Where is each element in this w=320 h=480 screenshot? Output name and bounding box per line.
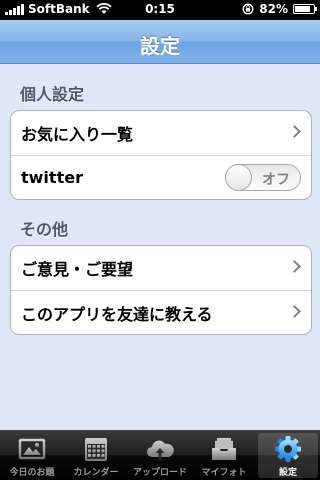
favorites-list-row[interactable]: お気に入り一覧	[11, 111, 311, 155]
tab-bar: 今日のお題 カレンダー アップロード マイフォト 設定	[0, 430, 320, 480]
tray-icon	[212, 438, 236, 460]
tab-upload[interactable]: アップロード	[128, 430, 192, 480]
status-bar: SoftBank 0:15 82%	[0, 0, 320, 20]
battery-percent: 82%	[259, 2, 288, 16]
row-label: ご意見・ご要望	[21, 260, 134, 279]
twitter-row: twitter オフ	[11, 155, 311, 199]
chevron-right-icon	[288, 125, 301, 138]
twitter-toggle[interactable]: オフ	[225, 164, 301, 191]
tab-label: アップロード	[132, 468, 187, 478]
battery-icon	[293, 4, 317, 14]
tab-label: マイフォト	[201, 468, 247, 478]
page-title: 設定	[140, 34, 180, 58]
cloud-upload-icon	[147, 440, 174, 460]
photo-icon	[18, 438, 46, 460]
feedback-row[interactable]: ご意見・ご要望	[11, 246, 311, 290]
tab-calendar[interactable]: カレンダー	[64, 430, 128, 480]
settings-group-other: ご意見・ご要望 このアプリを友達に教える	[10, 245, 312, 335]
toggle-knob	[225, 164, 252, 191]
row-label: twitter	[21, 168, 83, 187]
section-header-other: その他	[20, 220, 69, 239]
tab-settings[interactable]: 設定	[256, 430, 320, 480]
chevron-right-icon	[288, 260, 301, 273]
section-header-personal: 個人設定	[20, 85, 85, 104]
tab-label: カレンダー	[73, 468, 119, 478]
tab-label: 今日のお題	[9, 468, 55, 478]
row-label: このアプリを友達に教える	[21, 304, 213, 324]
toggle-label: オフ	[262, 172, 290, 188]
tell-a-friend-row[interactable]: このアプリを友達に教える	[11, 290, 311, 334]
row-label: お気に入り一覧	[21, 125, 134, 144]
calendar-icon	[85, 438, 107, 461]
chevron-right-icon	[288, 305, 301, 318]
navigation-bar: 設定	[0, 20, 320, 64]
settings-content: 個人設定 お気に入り一覧 twitter オフ その他 ご意見・ご要望 このアプ…	[0, 64, 320, 430]
orientation-lock-icon	[242, 3, 254, 15]
tab-my-photo[interactable]: マイフォト	[192, 430, 256, 480]
tab-label: 設定	[278, 468, 297, 478]
tab-today-theme[interactable]: 今日のお題	[0, 430, 64, 480]
settings-group-personal: お気に入り一覧 twitter オフ	[10, 110, 312, 200]
gear-icon	[275, 436, 301, 462]
